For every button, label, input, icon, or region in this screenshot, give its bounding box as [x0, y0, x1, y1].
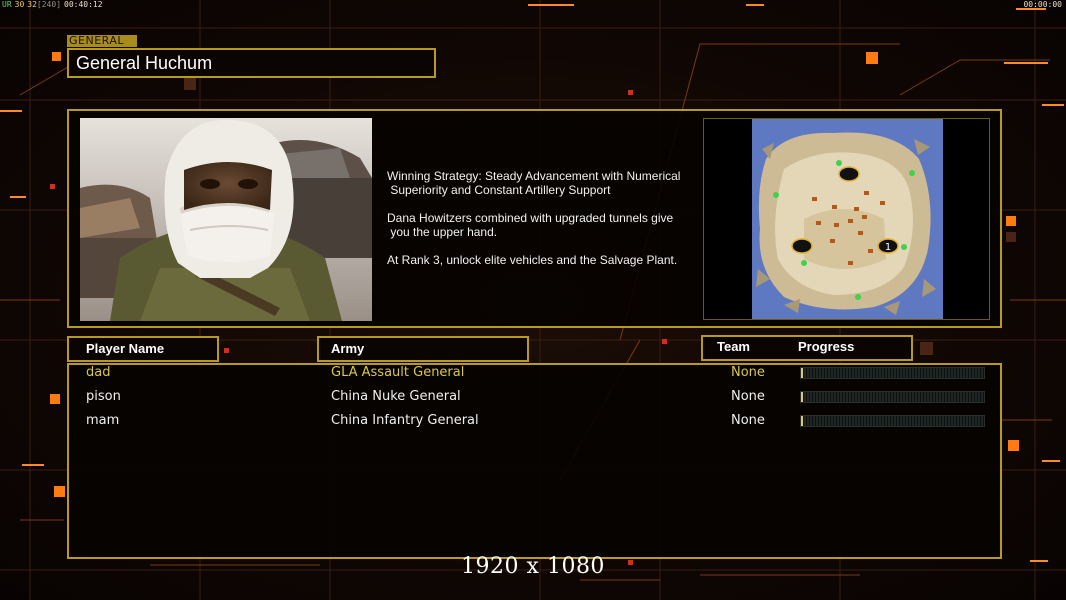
general-name: General Huchum: [76, 53, 213, 73]
player-name-cell: pison: [86, 389, 121, 404]
hud-stat: 32: [27, 0, 37, 9]
player-name-cell: mam: [86, 413, 120, 428]
team-cell: None: [731, 389, 765, 404]
strategy-text: Winning Strategy: Steady Advancement wit…: [387, 169, 707, 281]
hud-stat: 30: [14, 0, 25, 9]
army-cell: China Infantry General: [331, 413, 479, 428]
start-marker: 1: [885, 242, 891, 253]
strategy-paragraph: At Rank 3, unlock elite vehicles and the…: [387, 253, 678, 267]
army-cell: GLA Assault General: [331, 365, 465, 380]
progress-fill: [801, 392, 804, 402]
portrait-icon: [80, 118, 372, 321]
resolution-watermark: 1920 x 1080: [461, 554, 605, 579]
army-cell: China Nuke General: [331, 389, 461, 404]
strategy-paragraph: Winning Strategy: Steady Advancement wit…: [387, 169, 681, 197]
team-cell: None: [731, 413, 765, 428]
progress-fill: [801, 368, 804, 378]
hud-stat: [240]: [36, 0, 62, 9]
player-name-header-label: Player Name: [86, 341, 165, 356]
progress-fill: [801, 416, 804, 426]
team-header-label: Team: [717, 339, 750, 354]
progress-bar: [800, 367, 985, 379]
hud-timer: 00:00:00: [1023, 0, 1062, 9]
team-cell: None: [731, 365, 765, 380]
minimap-icon: 1: [704, 119, 989, 319]
hud-stat: UR: [2, 0, 12, 9]
minimap: 1: [703, 118, 990, 320]
player-name-cell: dad: [86, 365, 111, 380]
general-tag: GENERAL: [67, 35, 137, 47]
hud-clock: 00:40:12: [64, 0, 103, 9]
hud-stats: UR 30 32[240] 00:40:12: [2, 0, 106, 9]
army-header-label: Army: [331, 341, 365, 356]
progress-bar: [800, 391, 985, 403]
progress-header-label: Progress: [798, 339, 855, 354]
progress-bar: [800, 415, 985, 427]
general-portrait: [80, 118, 372, 321]
strategy-paragraph: Dana Howitzers combined with upgraded tu…: [387, 211, 674, 239]
